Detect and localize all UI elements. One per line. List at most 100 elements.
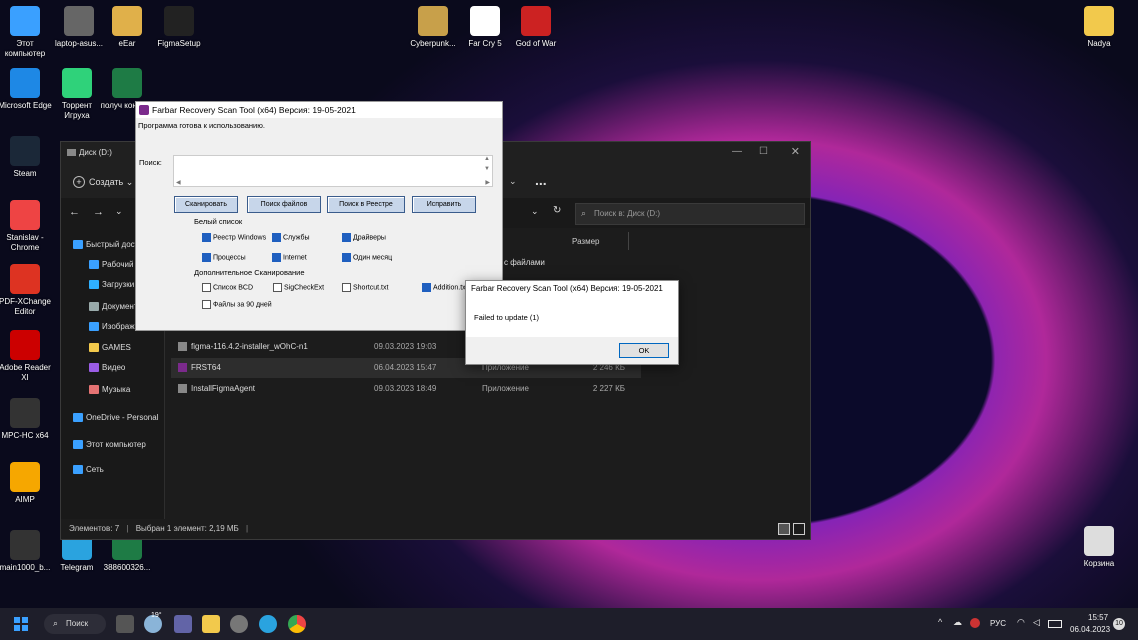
search-registry-button[interactable]: Поиск в Реестре — [327, 196, 405, 213]
checkbox-box[interactable] — [342, 283, 351, 292]
checkbox[interactable]: Shortcut.txt — [342, 283, 388, 292]
nav-item-icon — [89, 343, 99, 353]
minimize-button[interactable]: — — [732, 146, 742, 157]
desktop-icon[interactable]: MPC-HC x64 — [0, 398, 53, 441]
battery-icon[interactable] — [1048, 620, 1062, 628]
desktop-icon[interactable]: Steam — [0, 136, 53, 179]
checkbox-box[interactable] — [342, 233, 351, 242]
chrome-icon[interactable] — [288, 615, 306, 633]
scan-button[interactable]: Сканировать — [174, 196, 238, 213]
status-bar: Элементов: 7 | Выбран 1 элемент: 2,19 МБ… — [61, 519, 810, 539]
nav-item[interactable]: Сеть — [61, 460, 176, 480]
back-arrow-icon[interactable]: ← — [69, 206, 80, 218]
desktop-icon[interactable]: FigmaSetup — [151, 6, 207, 49]
chevron-down-icon[interactable]: ⌄ — [509, 176, 517, 187]
scroll-up-icon[interactable]: ▲ — [484, 156, 490, 162]
address-dropdown-icon[interactable]: ⌄ — [531, 206, 539, 217]
desktop-icon[interactable]: Nadya — [1071, 6, 1127, 49]
nav-item[interactable]: Этот компьютер — [61, 435, 176, 455]
column-divider — [628, 232, 629, 250]
checkbox[interactable]: Addition.txt — [422, 283, 468, 292]
app-icon — [10, 462, 40, 492]
frst-titlebar[interactable]: Farbar Recovery Scan Tool (x64) Версия: … — [136, 102, 502, 118]
nav-item[interactable]: OneDrive - Personal — [61, 408, 176, 428]
checkbox[interactable]: SigCheckExt — [273, 283, 324, 292]
forward-arrow-icon[interactable]: → — [93, 206, 104, 218]
desktop-icon[interactable]: Stanislav - Chrome — [0, 200, 53, 253]
desktop-icon[interactable]: Far Cry 5 — [457, 6, 513, 49]
desktop-icon[interactable]: Cyberpunk... — [405, 6, 461, 49]
scroll-left-icon[interactable]: ◀ — [176, 179, 181, 186]
start-icon[interactable] — [14, 617, 28, 631]
frst-search-input[interactable]: ▲ ▼ ◀ ▶ — [173, 155, 493, 187]
checkbox[interactable]: Файлы за 90 дней — [202, 300, 272, 309]
app-icon — [418, 6, 448, 36]
settings-icon[interactable] — [230, 615, 248, 633]
whitelist-label: Белый список — [194, 217, 243, 226]
cloud-icon[interactable]: ☁ — [953, 617, 962, 628]
drive-icon — [67, 149, 76, 156]
checkbox[interactable]: Процессы — [202, 253, 246, 262]
clock-date[interactable]: 06.04.2023 — [1070, 625, 1110, 634]
notification-badge[interactable]: 10 — [1113, 618, 1125, 630]
app-icon — [10, 530, 40, 560]
desktop-icon[interactable]: eEar — [99, 6, 155, 49]
more-button[interactable]: ... — [535, 172, 547, 188]
desktop-icon[interactable]: main1000_b... — [0, 530, 53, 573]
app-tray-icon[interactable] — [970, 618, 980, 628]
recent-chevron-icon[interactable]: ⌄ — [115, 206, 123, 217]
desktop-icon[interactable]: AIMP — [0, 462, 53, 505]
taskbar-search[interactable]: ⌕ Поиск — [44, 614, 106, 634]
volume-icon[interactable]: ◁ — [1033, 617, 1040, 628]
app-icon — [62, 68, 92, 98]
desktop-icon[interactable]: Этот компьютер — [0, 6, 53, 59]
column-header-size[interactable]: Размер — [572, 237, 600, 246]
desktop-icon-label: Adobe Reader XI — [0, 363, 51, 382]
tiles-view-icon[interactable] — [793, 523, 805, 535]
maximize-button[interactable]: ☐ — [759, 146, 768, 157]
clock-time[interactable]: 15:57 — [1088, 613, 1108, 622]
checkbox-box[interactable] — [202, 253, 211, 262]
checkbox-box[interactable] — [273, 283, 282, 292]
task-view-icon[interactable] — [116, 615, 134, 633]
scroll-right-icon[interactable]: ▶ — [485, 179, 490, 186]
checkbox-box[interactable] — [202, 283, 211, 292]
scroll-down-icon[interactable]: ▼ — [484, 166, 490, 172]
refresh-icon[interactable]: ↻ — [553, 205, 561, 216]
checkbox[interactable]: Драйверы — [342, 233, 386, 242]
app-icon — [10, 330, 40, 360]
checkbox[interactable]: Один месяц — [342, 253, 392, 262]
telegram-icon[interactable] — [259, 615, 277, 633]
dialog-title: Farbar Recovery Scan Tool (x64) Версия: … — [466, 281, 678, 297]
close-button[interactable]: ✕ — [791, 145, 800, 158]
checkbox[interactable]: Реестр Windows — [202, 233, 266, 242]
create-button[interactable]: + Создать ⌄ — [73, 176, 133, 188]
folder-icon[interactable] — [202, 615, 220, 633]
checkbox-box[interactable] — [342, 253, 351, 262]
desktop-icon[interactable]: Корзина — [1071, 526, 1127, 569]
details-view-icon[interactable] — [778, 523, 790, 535]
checkbox-label: Драйверы — [353, 234, 386, 242]
checkbox[interactable]: Internet — [272, 253, 307, 262]
tray-chevron-icon[interactable]: ^ — [938, 617, 942, 627]
checkbox[interactable]: Список BCD — [202, 283, 253, 292]
checkbox-label: Файлы за 90 дней — [213, 301, 272, 309]
desktop-icon[interactable]: PDF-XChange Editor — [0, 264, 53, 317]
desktop-icon[interactable]: Microsoft Edge — [0, 68, 53, 111]
ok-button[interactable]: OK — [619, 343, 669, 358]
desktop-icon[interactable]: Торрент Игруха — [49, 68, 105, 121]
search-files-button[interactable]: Поиск файлов — [247, 196, 321, 213]
checkbox-box[interactable] — [422, 283, 431, 292]
checkbox-box[interactable] — [202, 300, 211, 309]
desktop-icon[interactable]: Adobe Reader XI — [0, 330, 53, 383]
checkbox[interactable]: Службы — [272, 233, 310, 242]
search-input[interactable]: ⌕ Поиск в: Диск (D:) — [575, 203, 805, 225]
chat-icon[interactable] — [174, 615, 192, 633]
wifi-icon[interactable]: ◠ — [1017, 617, 1025, 628]
desktop-icon[interactable]: God of War — [508, 6, 564, 49]
checkbox-box[interactable] — [202, 233, 211, 242]
checkbox-box[interactable] — [272, 233, 281, 242]
tray-lang[interactable]: РУС — [990, 619, 1006, 628]
checkbox-box[interactable] — [272, 253, 281, 262]
fix-button[interactable]: Исправить — [412, 196, 476, 213]
